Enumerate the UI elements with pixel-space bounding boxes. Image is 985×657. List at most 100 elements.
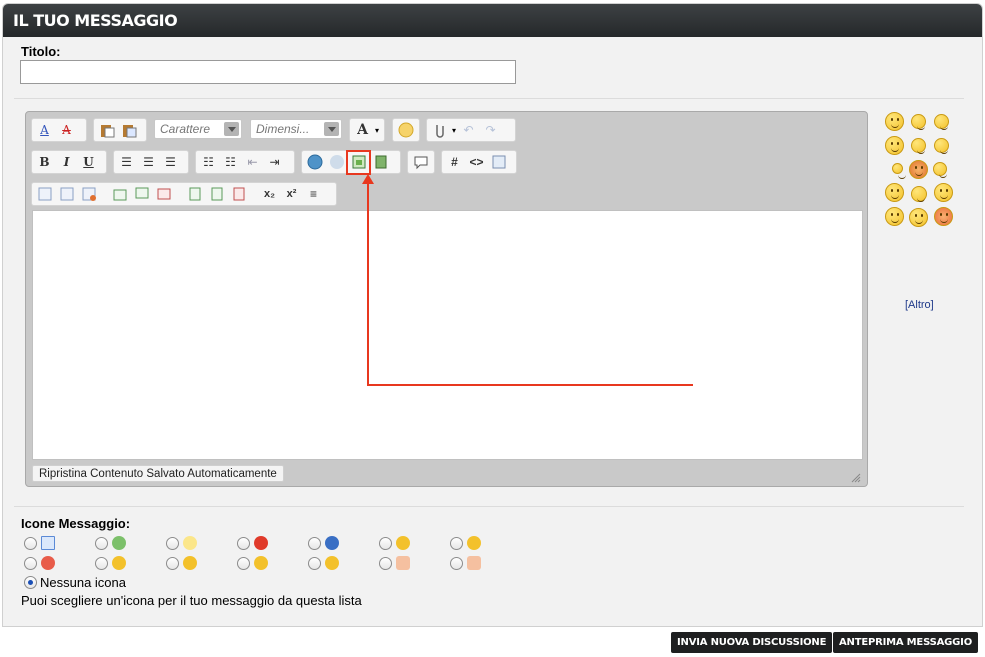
- subscript-icon[interactable]: x₂: [260, 185, 279, 204]
- outdent-icon[interactable]: ⇤: [243, 153, 262, 172]
- link-globe-icon[interactable]: [305, 153, 324, 172]
- table-props-icon[interactable]: [57, 185, 76, 204]
- confused-icon[interactable]: [911, 186, 927, 202]
- no-icon-radio[interactable]: [24, 576, 37, 589]
- more-smilies-link[interactable]: [Altro]: [905, 299, 934, 311]
- angry-icon[interactable]: [909, 160, 928, 179]
- restore-autosave-button[interactable]: Ripristina Contenuto Salvato Automaticam…: [32, 465, 284, 482]
- post-icon-radio[interactable]: [166, 557, 179, 570]
- big-grin-icon[interactable]: [934, 183, 953, 202]
- embarrassed-face-icon: [254, 556, 268, 570]
- font-size-value: Dimensi...: [256, 122, 310, 136]
- lightbulb-icon: [183, 536, 197, 550]
- underline-icon[interactable]: U: [79, 153, 98, 172]
- remove-format-icon[interactable]: A: [57, 121, 76, 140]
- resize-grip-icon[interactable]: [851, 473, 861, 483]
- table-icon[interactable]: [35, 185, 54, 204]
- post-icon-radio[interactable]: [237, 537, 250, 550]
- document-icon: [41, 536, 55, 550]
- quote-icon[interactable]: [411, 153, 430, 172]
- post-icon-radio[interactable]: [308, 537, 321, 550]
- unlink-icon[interactable]: [327, 153, 346, 172]
- divider-bottom: [14, 506, 964, 507]
- post-icon-radio[interactable]: [308, 557, 321, 570]
- horizontal-rule-icon[interactable]: ≡: [304, 185, 323, 204]
- post-icon-radio[interactable]: [450, 557, 463, 570]
- post-icon-radio[interactable]: [166, 537, 179, 550]
- preview-message-button[interactable]: ANTEPRIMA MESSAGGIO: [833, 632, 978, 653]
- attachment-icon[interactable]: [430, 121, 449, 140]
- post-icon-radio[interactable]: [450, 537, 463, 550]
- font-family-select[interactable]: Carattere: [154, 119, 242, 139]
- font-size-select[interactable]: Dimensi...: [250, 119, 342, 139]
- post-icon-radio[interactable]: [237, 557, 250, 570]
- smile-face-icon: [467, 536, 481, 550]
- message-textarea[interactable]: [32, 210, 863, 460]
- embarrassed-icon[interactable]: [934, 207, 953, 226]
- post-icon-radio[interactable]: [24, 557, 37, 570]
- laugh-icon[interactable]: [911, 114, 926, 130]
- align-center-icon[interactable]: ☰: [139, 153, 158, 172]
- toolbar-group-lists: ☷ ☷ ⇤ ⇥: [195, 150, 295, 174]
- post-icon-radio[interactable]: [95, 537, 108, 550]
- question-icon: [325, 536, 339, 550]
- paste-icon[interactable]: [97, 121, 116, 140]
- post-icon-radio[interactable]: [24, 537, 37, 550]
- insert-col-right-icon[interactable]: [207, 185, 226, 204]
- post-icon-radio[interactable]: [95, 557, 108, 570]
- title-label: Titolo:: [21, 44, 61, 59]
- php-icon[interactable]: [489, 153, 508, 172]
- delete-row-icon[interactable]: [154, 185, 173, 204]
- no-icon-label: Nessuna icona: [40, 575, 126, 590]
- sleep-icon[interactable]: [933, 162, 947, 178]
- shock-icon[interactable]: [885, 207, 904, 226]
- font-color-a-icon[interactable]: A: [35, 121, 54, 140]
- bold-icon[interactable]: B: [35, 153, 54, 172]
- submit-new-thread-button[interactable]: INVIA NUOVA DISCUSSIONE: [671, 632, 833, 653]
- delete-col-icon[interactable]: [229, 185, 248, 204]
- toolbar-group-format: A A: [31, 118, 87, 142]
- italic-icon[interactable]: I: [57, 153, 76, 172]
- toolbar-group-paste: [93, 118, 147, 142]
- mad-icon[interactable]: [909, 208, 928, 227]
- arrow-icon: [112, 536, 126, 550]
- paste-text-icon[interactable]: [119, 121, 138, 140]
- smilie-icon[interactable]: [396, 121, 415, 140]
- smile-icon[interactable]: [885, 112, 904, 131]
- code-icon[interactable]: <>: [467, 153, 486, 172]
- table-delete-icon[interactable]: [79, 185, 98, 204]
- indent-icon[interactable]: ⇥: [265, 153, 284, 172]
- post-icon-radio[interactable]: [379, 537, 392, 550]
- font-family-value: Carattere: [160, 122, 211, 136]
- sad-icon[interactable]: [934, 138, 949, 154]
- grin-icon[interactable]: [885, 183, 904, 202]
- undo-icon[interactable]: ↶: [459, 121, 478, 140]
- insert-video-icon[interactable]: [371, 153, 390, 172]
- align-left-icon[interactable]: ☰: [117, 153, 136, 172]
- superscript-icon[interactable]: x²: [282, 185, 301, 204]
- toolbar-group-quote: [407, 150, 435, 174]
- thumbs-down-icon: [396, 556, 410, 570]
- align-right-icon[interactable]: ☰: [161, 153, 180, 172]
- insert-row-below-icon[interactable]: [132, 185, 151, 204]
- unordered-list-icon[interactable]: ☷: [221, 153, 240, 172]
- redo-icon[interactable]: ↷: [481, 121, 500, 140]
- text-color-icon[interactable]: A: [353, 121, 372, 140]
- insert-col-left-icon[interactable]: [185, 185, 204, 204]
- toolbar-group-table: x₂ x² ≡: [31, 182, 337, 206]
- hash-icon[interactable]: #: [445, 153, 464, 172]
- angel-icon[interactable]: [885, 136, 904, 155]
- title-input[interactable]: [20, 60, 516, 84]
- chevron-down-icon: [324, 122, 339, 136]
- insert-image-icon[interactable]: [346, 149, 371, 175]
- ordered-list-icon[interactable]: ☷: [199, 153, 218, 172]
- toolbar-group-smilie: [392, 118, 420, 142]
- cool-face-icon: [396, 536, 410, 550]
- toolbar-group-style: B I U: [31, 150, 107, 174]
- tiny-smile-icon[interactable]: [892, 163, 906, 179]
- cool-icon[interactable]: [934, 114, 949, 130]
- post-icon-radio[interactable]: [379, 557, 392, 570]
- thumbs-icon[interactable]: [911, 138, 926, 154]
- toolbar-group-insert: [301, 149, 401, 175]
- insert-row-above-icon[interactable]: [110, 185, 129, 204]
